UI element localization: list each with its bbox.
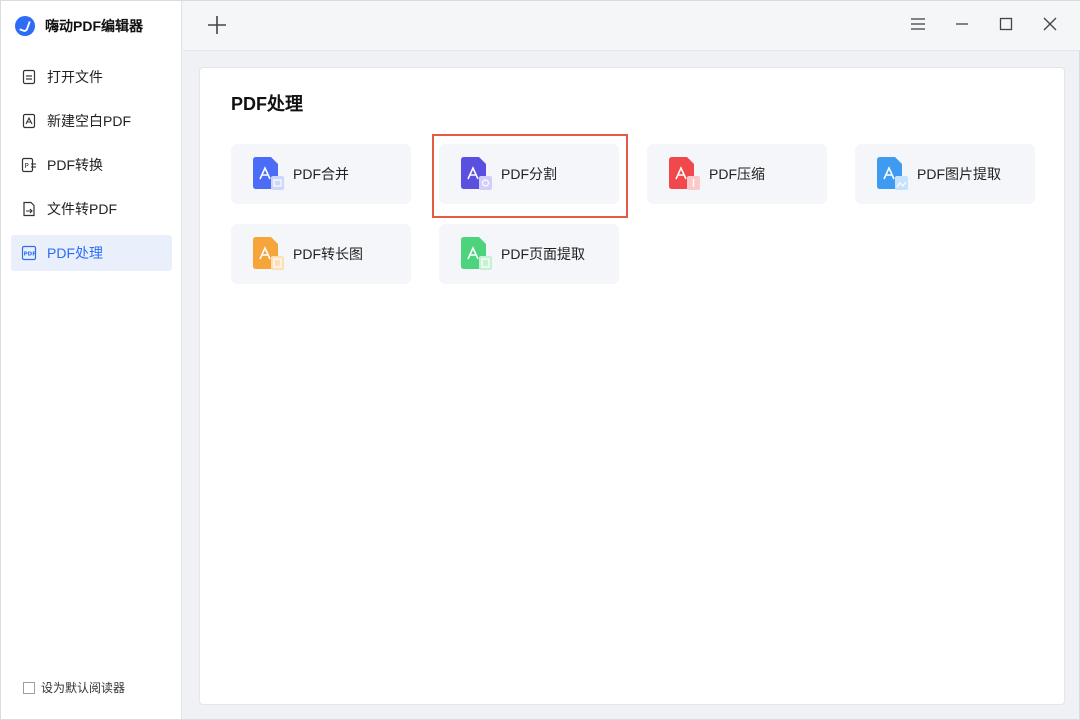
sidebar-item-label: PDF处理 [47,245,103,261]
svg-text:P: P [25,162,29,170]
sidebar-item-label: 新建空白PDF [47,113,131,129]
tool-label: PDF转长图 [293,246,363,262]
sidebar-item-pdf-process[interactable]: PDF PDF处理 [11,235,172,271]
top-bar [183,1,1080,51]
menu-icon [911,18,925,30]
default-reader-option[interactable]: 设为默认阅读器 [23,679,125,696]
add-tab-button[interactable] [205,13,229,37]
sidebar-item-new-blank-pdf[interactable]: 新建空白PDF [11,103,172,139]
minimize-button[interactable] [950,13,974,35]
tool-pdf-image-extract[interactable]: PDF图片提取 [855,144,1035,204]
page-title: PDF处理 [231,94,303,114]
app-logo-icon [15,16,35,36]
sidebar-item-label: PDF转换 [47,157,103,173]
sidebar-item-file-to-pdf[interactable]: 文件转PDF [11,191,172,227]
close-button[interactable] [1038,13,1062,35]
tool-pdf-compress[interactable]: PDF压缩 [647,144,827,204]
svg-text:PDF: PDF [24,252,37,258]
pdf-process-icon: PDF [21,245,37,261]
close-icon [1043,17,1057,31]
sidebar-nav: 打开文件 新建空白PDF P PDF转换 文件转PDF PDF PDF处理 [11,59,172,279]
file-icon [21,69,37,85]
minimize-icon [956,23,968,25]
main-panel: PDF处理 PDF合并 PDF分割 PDF压缩 PDF图片提取 PDF转长图 P… [199,67,1065,705]
pdf-page-extract-icon [459,236,493,272]
sidebar-item-pdf-convert[interactable]: P PDF转换 [11,147,172,183]
pdf-long-image-icon [251,236,285,272]
pdf-image-extract-icon [875,156,909,192]
menu-button[interactable] [906,13,930,35]
file-to-pdf-icon [21,201,37,217]
tool-label: PDF压缩 [709,166,765,182]
app-title: 嗨动PDF编辑器 [45,18,143,34]
default-reader-label: 设为默认阅读器 [41,681,126,695]
app-window: 嗨动PDF编辑器 打开文件 新建空白PDF P PDF转换 文件转PDF PDF… [0,0,1080,720]
tool-label: PDF合并 [293,166,349,182]
tool-label: PDF图片提取 [917,166,1001,182]
window-controls [886,13,1062,35]
pdf-compress-icon [667,156,701,192]
sidebar-item-label: 打开文件 [47,69,103,85]
pdf-new-icon [21,113,37,129]
selection-highlight [432,134,628,218]
plus-icon [208,16,226,34]
pdf-merge-icon [251,156,285,192]
tool-pdf-to-long-image[interactable]: PDF转长图 [231,224,411,284]
tool-label: PDF页面提取 [501,246,585,262]
pdf-convert-icon: P [21,157,37,173]
maximize-button[interactable] [994,13,1018,35]
tool-pdf-merge[interactable]: PDF合并 [231,144,411,204]
maximize-icon [999,17,1013,31]
sidebar: 嗨动PDF编辑器 打开文件 新建空白PDF P PDF转换 文件转PDF PDF… [1,1,182,719]
sidebar-item-open-file[interactable]: 打开文件 [11,59,172,95]
sidebar-item-label: 文件转PDF [47,201,117,217]
brand: 嗨动PDF编辑器 [15,15,143,37]
default-reader-checkbox[interactable] [23,681,35,694]
tool-pdf-page-extract[interactable]: PDF页面提取 [439,224,619,284]
